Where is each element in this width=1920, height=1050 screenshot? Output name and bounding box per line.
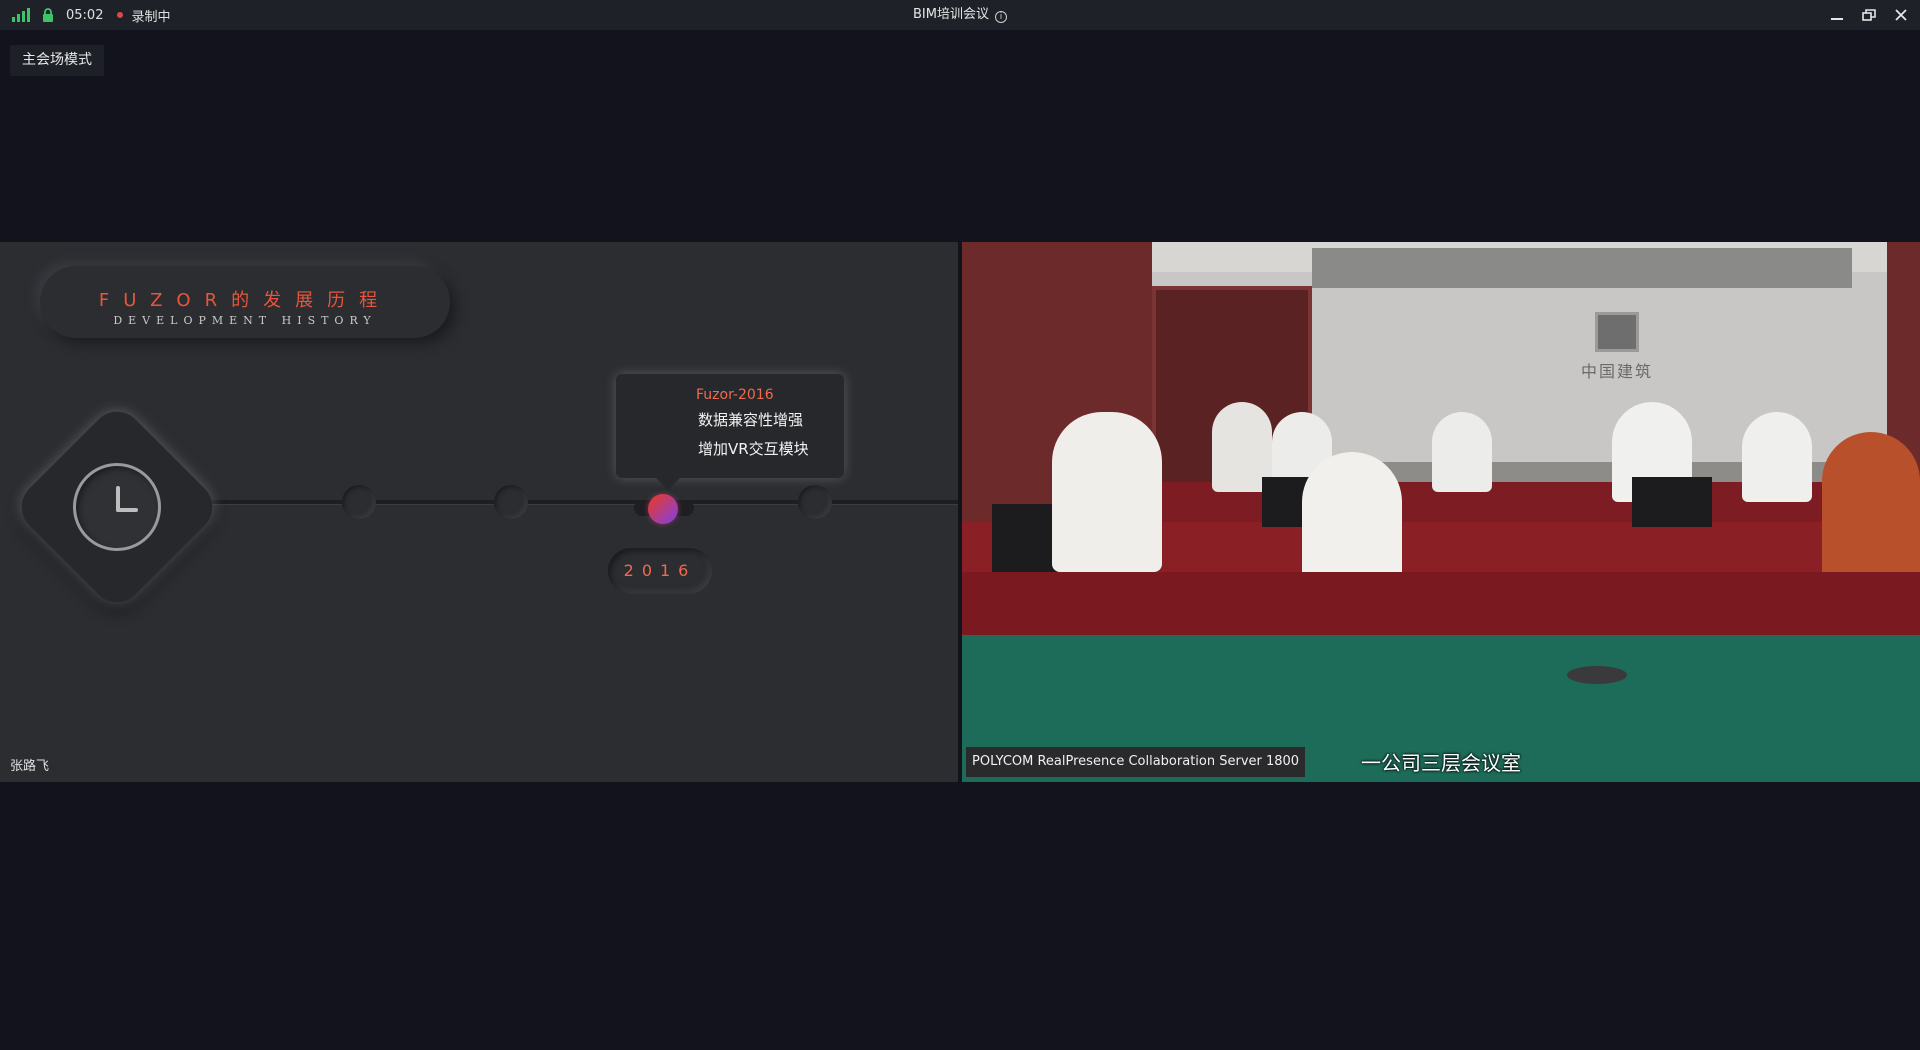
front-desk bbox=[962, 572, 1920, 636]
restore-icon bbox=[1862, 9, 1876, 21]
milestone-detail: 增加VR交互模块 bbox=[698, 440, 809, 458]
timeline-track bbox=[200, 500, 958, 504]
milestone-tooltip: Fuzor-2016 数据兼容性增强 增加VR交互模块 bbox=[616, 374, 844, 490]
laptop bbox=[1632, 477, 1712, 527]
wall-logo-text: 中国建筑 bbox=[1580, 362, 1653, 381]
timeline-node-active bbox=[648, 494, 678, 524]
lock-icon bbox=[43, 8, 53, 22]
status-area: 05:02 录制中 bbox=[12, 0, 170, 30]
presenter-name: 张路飞 bbox=[10, 759, 50, 774]
window-title: BIM培训会议 i bbox=[0, 0, 1920, 30]
window-controls bbox=[1826, 0, 1912, 30]
person bbox=[1432, 412, 1492, 492]
person bbox=[1052, 412, 1162, 572]
minimize-icon bbox=[1831, 18, 1843, 20]
shared-content-pane[interactable]: FUZOR的发展历程 DEVELOPMENT HISTORY Fuzor-201… bbox=[0, 242, 958, 782]
signal-icon bbox=[12, 8, 30, 22]
restore-button[interactable] bbox=[1858, 4, 1880, 26]
wall-logo-mark bbox=[1595, 312, 1639, 352]
timeline-node bbox=[342, 485, 376, 519]
person bbox=[1302, 452, 1402, 592]
person bbox=[1742, 412, 1812, 502]
timeline-node bbox=[798, 485, 832, 519]
wall-logo: 中国建筑 bbox=[1572, 312, 1662, 392]
title-bar: 05:02 录制中 BIM培训会议 i bbox=[0, 0, 1920, 30]
slide-title: FUZOR的发展历程 bbox=[98, 290, 392, 311]
meeting-title: BIM培训会议 bbox=[913, 7, 989, 22]
slide-subtitle: DEVELOPMENT HISTORY bbox=[113, 314, 377, 327]
recording-dot-icon bbox=[117, 12, 124, 18]
person bbox=[1822, 432, 1920, 582]
close-button[interactable] bbox=[1890, 4, 1912, 26]
timeline-start-badge bbox=[10, 400, 224, 614]
milestone-detail: 数据兼容性增强 bbox=[698, 411, 804, 429]
curtain-rail bbox=[1312, 248, 1852, 288]
minimize-button[interactable] bbox=[1826, 4, 1848, 26]
info-icon[interactable]: i bbox=[994, 11, 1007, 23]
meeting-time: 05:02 bbox=[66, 7, 104, 23]
meeting-mode-badge[interactable]: 主会场模式 bbox=[10, 45, 104, 76]
conference-microphone bbox=[1567, 666, 1627, 684]
milestone-year: 2016 bbox=[608, 548, 712, 594]
clock-icon bbox=[73, 463, 161, 551]
close-icon bbox=[1895, 9, 1907, 21]
room-name: 一公司三层会议室 bbox=[1361, 751, 1521, 775]
slide-title-box: FUZOR的发展历程 DEVELOPMENT HISTORY bbox=[40, 266, 450, 338]
recording-status: 录制中 bbox=[131, 9, 171, 25]
milestone-title: Fuzor-2016 bbox=[696, 387, 774, 403]
video-feed-pane[interactable]: 中国建筑 POLYCOM RealPresence Collaboration … bbox=[962, 242, 1920, 782]
timeline-node bbox=[494, 485, 528, 519]
